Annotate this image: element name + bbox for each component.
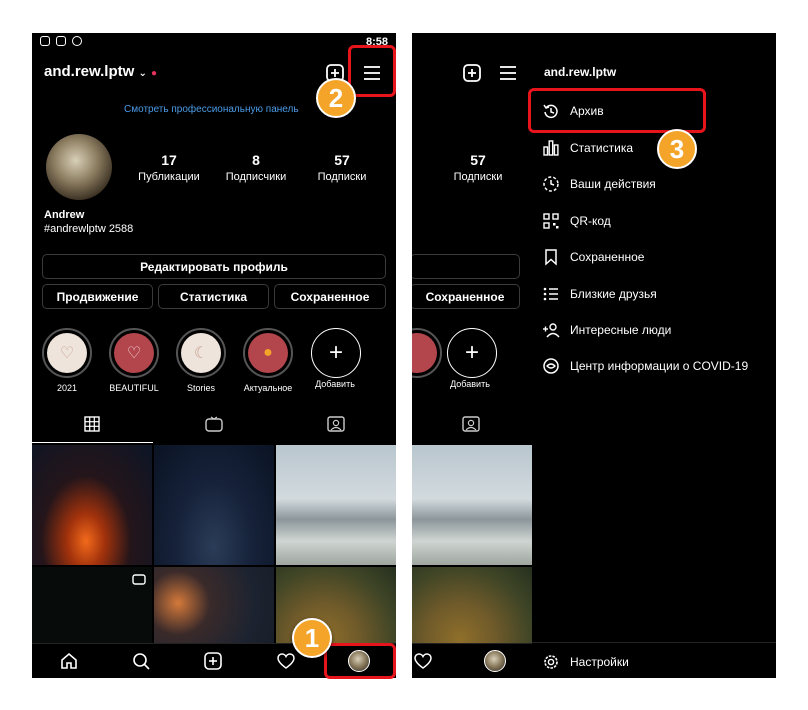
menu-item-your-activity[interactable]: Ваши действия (542, 172, 656, 196)
notification-dot-icon: ● (151, 68, 158, 79)
highlight-label: Добавить (315, 379, 355, 389)
highlight-label: Stories (186, 383, 215, 393)
pro-panel-link[interactable]: Смотреть профессиональную панель (124, 104, 299, 115)
profile-name: Andrew (44, 209, 85, 221)
posts-count[interactable]: 17 (129, 152, 209, 168)
instagram-status-icon (40, 36, 50, 46)
orange-icon: ● (248, 333, 288, 373)
promotion-button[interactable]: Продвижение (42, 284, 153, 309)
igtv-badge-icon (132, 574, 146, 585)
add-highlight-button[interactable]: + (447, 328, 497, 378)
bookmark-icon (545, 249, 557, 266)
discover-people-icon (543, 323, 560, 338)
plus-icon: + (328, 339, 343, 366)
highlight-actual[interactable]: ● (243, 328, 293, 378)
highlight-label: Добавить (450, 379, 490, 389)
activity-heart-icon[interactable] (277, 653, 295, 669)
highlight-stories[interactable]: ☾ (176, 328, 226, 378)
saved-button[interactable]: Сохраненное (412, 284, 520, 309)
active-tab-indicator (32, 442, 153, 443)
followers-count[interactable]: 8 (216, 152, 296, 168)
highlight-label: BEAUTIFUL (109, 383, 159, 393)
edit-profile-button[interactable]: Редактировать профиль (42, 254, 386, 279)
followers-label: Подписчики (225, 171, 287, 183)
gear-icon (544, 655, 558, 669)
close-friends-icon (543, 287, 558, 301)
highlight-box-archive (528, 88, 706, 133)
new-post-icon[interactable] (462, 63, 482, 83)
shazam-status-icon (72, 36, 82, 46)
grid-photo[interactable] (154, 445, 274, 565)
highlight-box-menu (348, 45, 396, 97)
menu-item-settings[interactable]: Настройки (542, 650, 629, 674)
step-badge-3: 3 (657, 129, 697, 169)
profile-avatar[interactable] (46, 134, 112, 200)
profile-screen: 8:58 and.rew.lptw ⌄ ● Смотреть профессио… (32, 33, 396, 678)
home-icon[interactable] (60, 652, 78, 670)
profile-tab-avatar[interactable] (484, 650, 506, 672)
igtv-tab-icon[interactable] (205, 416, 223, 432)
moon-icon: ☾ (181, 333, 221, 373)
bottom-nav (412, 643, 532, 678)
edit-profile-button-partial[interactable] (412, 254, 520, 279)
grid-icon[interactable] (84, 416, 100, 432)
plus-icon: + (464, 339, 479, 366)
saved-button[interactable]: Сохраненное (274, 284, 386, 309)
highlight-label: Актуальное (243, 383, 293, 393)
menu-username: and.rew.lptw (544, 65, 617, 79)
qr-icon (543, 213, 559, 229)
dimmed-profile: 57 Подписки Сохраненное + Добавить (412, 33, 532, 678)
menu-item-covid-info[interactable]: Центр информации о COVID-19 (542, 354, 748, 378)
highlight-box-profile-tab (324, 643, 396, 679)
activity-icon (543, 176, 559, 192)
following-label: Подписки (317, 171, 367, 183)
highlight-label: 2021 (56, 383, 78, 393)
tagged-tab-icon[interactable] (327, 416, 345, 432)
step-badge-1: 1 (292, 618, 332, 658)
add-highlight-button[interactable]: + (311, 328, 361, 378)
covid-info-icon (543, 358, 559, 374)
menu-item-discover-people[interactable]: Интересные люди (542, 318, 671, 342)
tagged-tab-icon[interactable] (462, 416, 480, 432)
status-bar: 8:58 (32, 33, 396, 51)
following-count[interactable]: 57 (438, 152, 518, 168)
heart-icon: ♡ (114, 333, 154, 373)
profile-bio: #andrewlptw 2588 (44, 223, 134, 235)
statistics-button[interactable]: Статистика (158, 284, 269, 309)
search-icon[interactable] (132, 652, 150, 670)
grid-photo[interactable] (412, 445, 532, 565)
following-label: Подписки (453, 171, 503, 183)
menu-item-saved[interactable]: Сохраненное (542, 245, 644, 269)
menu-item-statistics[interactable]: Статистика (542, 136, 633, 160)
following-count[interactable]: 57 (302, 152, 382, 168)
igtv-status-icon (56, 36, 66, 46)
heart-icon: ♡ (47, 333, 87, 373)
activity-heart-icon[interactable] (414, 653, 432, 669)
grid-photo[interactable] (32, 445, 152, 565)
stats-icon (543, 140, 559, 156)
menu-item-qr-code[interactable]: QR-код (542, 209, 611, 233)
profile-username[interactable]: and.rew.lptw ⌄ ● (44, 63, 157, 80)
step-badge-2: 2 (316, 78, 356, 118)
posts-label: Публикации (138, 171, 200, 183)
menu-icon[interactable] (498, 63, 518, 83)
highlight-2021[interactable]: ♡ (42, 328, 92, 378)
create-post-icon[interactable] (204, 652, 222, 670)
highlight-actual[interactable] (412, 328, 442, 378)
menu-item-close-friends[interactable]: Близкие друзья (542, 282, 657, 306)
grid-photo[interactable] (276, 445, 396, 565)
chevron-down-icon: ⌄ (138, 68, 147, 79)
menu-divider (532, 642, 776, 643)
highlight-beautiful[interactable]: ♡ (109, 328, 159, 378)
